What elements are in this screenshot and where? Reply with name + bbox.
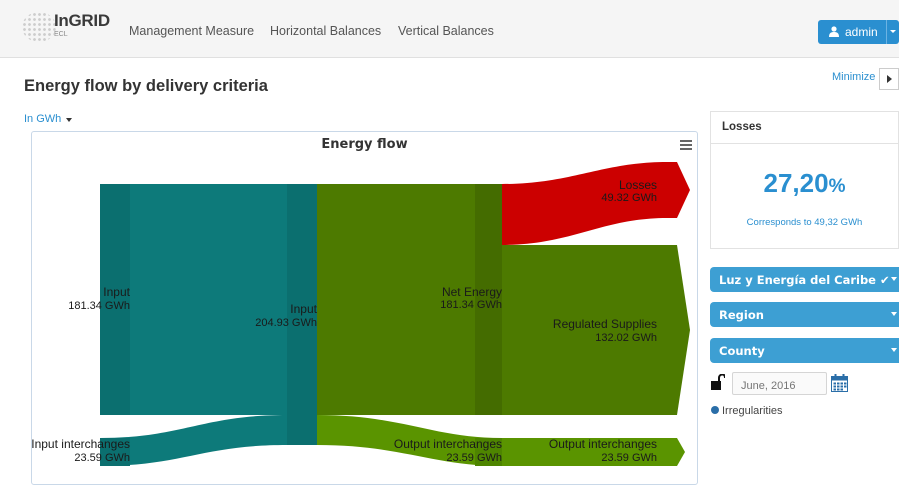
losses-card-title: Losses: [711, 112, 898, 144]
label-losses-name: Losses: [619, 178, 657, 192]
logo-sub: ECL: [54, 31, 68, 38]
label-output-interchanges-mid-name: Output interchanges: [394, 437, 502, 451]
losses-corresponds: Corresponds to 49,32 GWh: [746, 217, 863, 228]
nav-management-measure[interactable]: Management Measure: [129, 24, 254, 38]
label-net-energy-name: Net Energy: [442, 285, 502, 299]
node-regulated-arrow[interactable]: [667, 245, 690, 415]
filter-company-label: Luz y Energía del Caribe ✔: [719, 273, 890, 287]
filter-company[interactable]: Luz y Energía del Caribe ✔: [710, 267, 899, 292]
user-menu-button[interactable]: admin: [818, 20, 899, 44]
unit-dropdown[interactable]: In GWh: [24, 113, 73, 125]
filter-region-label: Region: [719, 308, 764, 322]
label-input-2-value: 204.93 GWh: [255, 317, 317, 329]
label-input-1-name: Input: [103, 285, 130, 299]
user-name: admin: [845, 25, 878, 39]
unit-dropdown-value: In GWh: [24, 113, 62, 125]
nav-horizontal-balances[interactable]: Horizontal Balances: [270, 24, 381, 38]
date-input[interactable]: [732, 372, 827, 395]
energy-flow-chart: Energy flow Input 181.34 GWh Input inter…: [31, 131, 698, 485]
label-output-interchanges-end-name: Output interchanges: [549, 437, 657, 451]
minimize-link[interactable]: Minimize: [832, 71, 875, 83]
node-losses-arrow[interactable]: [667, 162, 690, 218]
node-output-interchanges-arrow[interactable]: [667, 438, 685, 466]
label-regulated-value: 132.02 GWh: [595, 332, 657, 344]
filter-region[interactable]: Region: [710, 302, 899, 327]
sankey-svg: Input 181.34 GWh Input interchanges 23.5…: [32, 162, 690, 466]
irregularities-label: Irregularities: [722, 405, 783, 417]
chevron-down-icon: [891, 277, 897, 284]
losses-card: Losses 27,20% Corresponds to 49,32 GWh: [710, 111, 899, 249]
filter-county-label: County: [719, 344, 765, 358]
caret-down-icon: [66, 117, 73, 125]
ingrid-logo[interactable]: InGRID ECL: [22, 10, 114, 46]
label-output-interchanges-end-value: 23.59 GWh: [601, 452, 657, 464]
logo-brand: InGRID: [54, 11, 110, 30]
chevron-down-icon: [891, 348, 897, 355]
label-regulated-name: Regulated Supplies: [553, 317, 657, 331]
label-input-interchanges-name: Input interchanges: [32, 437, 130, 451]
eye-icon: [711, 406, 719, 415]
top-navbar: InGRID ECL Management Measure Horizontal…: [0, 0, 899, 58]
logo-dots-icon: [22, 12, 56, 42]
label-losses-value: 49.32 GWh: [601, 192, 657, 204]
label-input-2-name: Input: [290, 302, 317, 316]
nav-vertical-balances[interactable]: Vertical Balances: [398, 24, 494, 38]
irregularities-link[interactable]: Irregularities: [711, 405, 783, 417]
losses-percent-symbol: %: [828, 176, 846, 197]
page-title: Energy flow by delivery criteria: [24, 77, 268, 95]
losses-percent: 27,20%: [711, 168, 898, 199]
label-input-1-value: 181.34 GWh: [68, 300, 130, 312]
label-output-interchanges-mid-value: 23.59 GWh: [446, 452, 502, 464]
filter-county[interactable]: County: [710, 338, 899, 363]
label-input-interchanges-value: 23.59 GWh: [74, 452, 130, 464]
user-icon: [829, 26, 839, 37]
chevron-down-icon[interactable]: [886, 20, 899, 44]
minimize-arrow-button[interactable]: [879, 68, 899, 90]
unlock-icon[interactable]: [711, 374, 725, 390]
calendar-icon[interactable]: [831, 374, 848, 392]
chevron-down-icon: [891, 312, 897, 319]
label-net-energy-value: 181.34 GWh: [440, 299, 502, 311]
losses-percent-value: 27,20: [763, 168, 829, 198]
